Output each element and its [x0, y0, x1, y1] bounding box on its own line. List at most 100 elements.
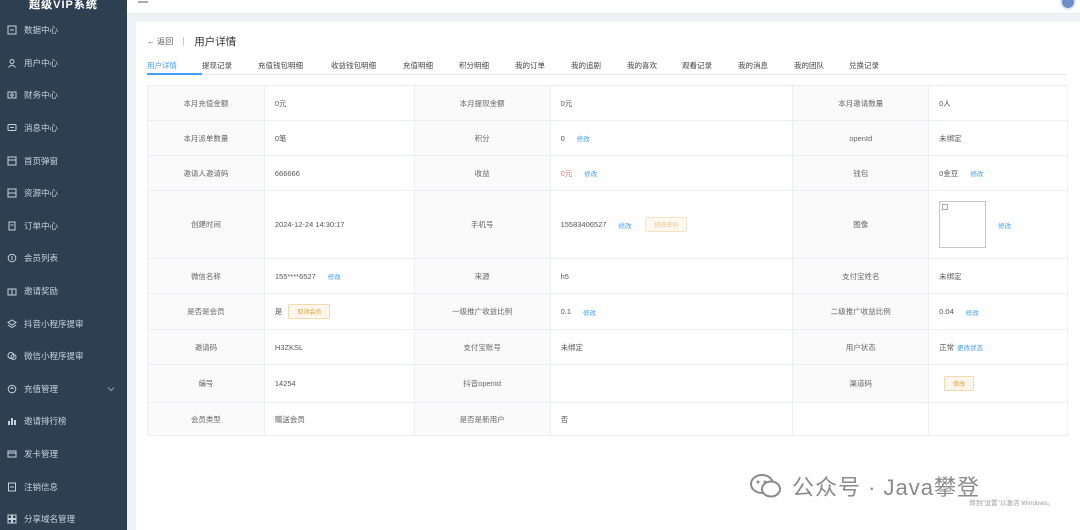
table-row: 是否是会员 是 取消会员 一级推广收益比例 0.1 修改 二级推广收益比例 0.…	[148, 294, 1068, 330]
sidebar-item-invite-rank[interactable]: 邀请排行榜	[0, 405, 127, 438]
layers-icon	[7, 319, 17, 329]
sidebar-item-label: 发卡管理	[24, 449, 59, 460]
gift-icon	[7, 286, 17, 296]
table-row: 创建时间 2024-12-24 14:30:17 手机号 15583406527…	[148, 191, 1068, 259]
value-wechat-name-cell: 155****6527 修改	[265, 259, 415, 293]
label-wallet: 钱包	[793, 156, 930, 190]
sidebar-item-order[interactable]: 订单中心	[0, 210, 127, 243]
sidebar-item-user-center[interactable]: 用户中心	[0, 47, 127, 80]
sidebar-item-label: 邀请排行榜	[24, 416, 67, 427]
tabs-bar: 用户详情 提现记录 充值钱包明细 收益钱包明细 充值明细 积分明细 我的订单 我…	[147, 55, 1067, 75]
edit-income-link[interactable]: 修改	[584, 168, 597, 178]
value-inviter-code: 666666	[265, 156, 415, 190]
tab-withdraw-records[interactable]: 提现记录	[202, 55, 258, 75]
sidebar: 超级VIP系统 数据中心 用户中心 财务中心 消息中心 首页弹窗 资源中心 订单…	[0, 0, 127, 530]
tab-my-orders[interactable]: 我的订单	[515, 55, 571, 75]
tab-watch-history[interactable]: 观看记录	[682, 55, 738, 75]
sidebar-item-label: 资源中心	[24, 188, 59, 199]
sidebar-item-member-list[interactable]: 会员列表	[0, 242, 127, 275]
empty-cell	[793, 403, 930, 435]
watermark-text: 公众号 · Java攀登	[792, 475, 981, 500]
value-phone-cell: 15583406527 修改 修改密码	[551, 191, 794, 258]
edit-level2-ratio-link[interactable]: 修改	[966, 307, 979, 317]
sidebar-item-douyin-review[interactable]: 抖音小程序提审	[0, 307, 127, 340]
edit-wechat-name-link[interactable]: 修改	[328, 271, 341, 281]
edit-phone-link[interactable]: 修改	[618, 220, 631, 230]
divider	[183, 37, 185, 46]
rank-icon	[7, 416, 17, 426]
sidebar-item-label: 充值管理	[24, 383, 59, 394]
popup-icon	[7, 156, 17, 166]
sidebar-item-invite-reward[interactable]: 邀请奖励	[0, 275, 127, 308]
sidebar-item-popup[interactable]: 首页弹窗	[0, 144, 127, 177]
tab-points-detail[interactable]: 积分明细	[459, 55, 515, 75]
breadcrumb: ← 返回 用户详情	[147, 34, 236, 49]
main-panel: ← 返回 用户详情 用户详情 提现记录 充值钱包明细 收益钱包明细 充值明细 积…	[136, 22, 1080, 530]
cancel-member-button[interactable]: 取消会员	[288, 304, 331, 319]
sidebar-item-message[interactable]: 消息中心	[0, 112, 127, 145]
tab-my-team[interactable]: 我的团队	[794, 55, 849, 75]
label-number: 编号	[148, 365, 265, 402]
table-row: 邀请人邀请码 666666 收益 0元 修改 钱包 0金豆 修改	[148, 156, 1068, 191]
sidebar-item-share-domain[interactable]: 分享域名管理	[0, 503, 127, 530]
sidebar-item-cancel-info[interactable]: 注销信息	[0, 470, 127, 503]
table-row: 邀请码 H3ZKSL 支付宝账号 未绑定 用户状态 正常 更改状态	[148, 330, 1068, 365]
value-level2-ratio: 0.04	[939, 307, 954, 316]
value-avatar-cell: 修改	[929, 191, 1068, 258]
sidebar-item-finance[interactable]: 财务中心	[0, 79, 127, 112]
sidebar-item-label: 注销信息	[24, 481, 59, 492]
table-row: 会员类型 赠送会员 是否是新用户 否	[148, 403, 1069, 436]
page-title: 用户详情	[194, 36, 237, 48]
tab-recharge-detail[interactable]: 充值明细	[403, 55, 459, 75]
edit-wallet-link[interactable]: 修改	[970, 168, 983, 178]
data-icon	[7, 25, 17, 35]
label-points: 积分	[414, 121, 551, 155]
value-source: h5	[551, 259, 794, 293]
sidebar-item-data-center[interactable]: 数据中心	[0, 14, 127, 47]
brand-logo: 超级VIP系统	[29, 0, 98, 11]
value-douyin-openid	[551, 365, 794, 402]
value-income-cell: 0元 修改	[551, 156, 794, 190]
tab-exchange-records[interactable]: 兑换记录	[849, 55, 909, 75]
menu-toggle-icon[interactable]	[138, 1, 148, 9]
sidebar-item-label: 数据中心	[24, 25, 59, 36]
label-alipay-account: 支付宝账号	[414, 330, 551, 364]
edit-points-link[interactable]: 修改	[577, 133, 590, 143]
sidebar-item-card-issue[interactable]: 发卡管理	[0, 438, 127, 471]
tab-income-wallet-detail[interactable]: 收益钱包明细	[331, 55, 403, 75]
value-invite-code: H3ZKSL	[265, 330, 415, 364]
value-monthly-orders: 0笔	[265, 121, 415, 155]
sidebar-item-recharge[interactable]: 充值管理	[0, 373, 127, 406]
sidebar-item-label: 分享域名管理	[24, 514, 76, 525]
label-alipay-name: 支付宝姓名	[793, 259, 930, 293]
edit-channel-code-button[interactable]: 修改	[944, 376, 975, 391]
sidebar-item-resource[interactable]: 资源中心	[0, 177, 127, 210]
sidebar-menu: 数据中心 用户中心 财务中心 消息中心 首页弹窗 资源中心 订单中心 会员列表	[0, 14, 127, 530]
tab-my-messages[interactable]: 我的消息	[738, 55, 794, 75]
change-status-link[interactable]: 更改状态	[957, 342, 983, 352]
tab-my-likes[interactable]: 我的喜欢	[627, 55, 682, 75]
label-invite-code: 邀请码	[148, 330, 265, 364]
value-wechat-name: 155****6527	[274, 271, 316, 281]
logout-icon	[7, 482, 17, 492]
tab-recharge-wallet-detail[interactable]: 充值钱包明细	[258, 55, 331, 75]
back-link[interactable]: ← 返回	[147, 36, 173, 47]
tab-user-detail[interactable]: 用户详情	[147, 55, 202, 75]
label-created-time: 创建时间	[148, 191, 265, 258]
edit-avatar-link[interactable]: 修改	[998, 220, 1011, 230]
sidebar-item-label: 消息中心	[24, 123, 59, 134]
sidebar-item-wechat-review[interactable]: 微信小程序提审	[0, 340, 127, 373]
table-row: 编号 14254 抖音openId 渠道码 修改	[148, 365, 1068, 403]
tab-my-series[interactable]: 我的追剧	[571, 55, 627, 75]
label-level2-ratio: 二级推广收益比例	[793, 294, 930, 329]
change-password-button[interactable]: 修改密码	[645, 217, 688, 232]
sidebar-item-label: 会员列表	[24, 253, 59, 264]
value-alipay-account: 未绑定	[551, 330, 794, 364]
edit-level1-ratio-link[interactable]: 修改	[583, 307, 596, 317]
value-created-time: 2024-12-24 14:30:17	[265, 191, 415, 258]
value-is-new-user: 否	[551, 403, 794, 435]
table-row: 本月充值金额 0元 本月提现金额 0元 本月邀请数量 0人	[148, 86, 1068, 121]
avatar[interactable]	[1060, 0, 1076, 10]
label-monthly-recharge: 本月充值金额	[148, 86, 265, 120]
message-icon	[7, 123, 17, 133]
